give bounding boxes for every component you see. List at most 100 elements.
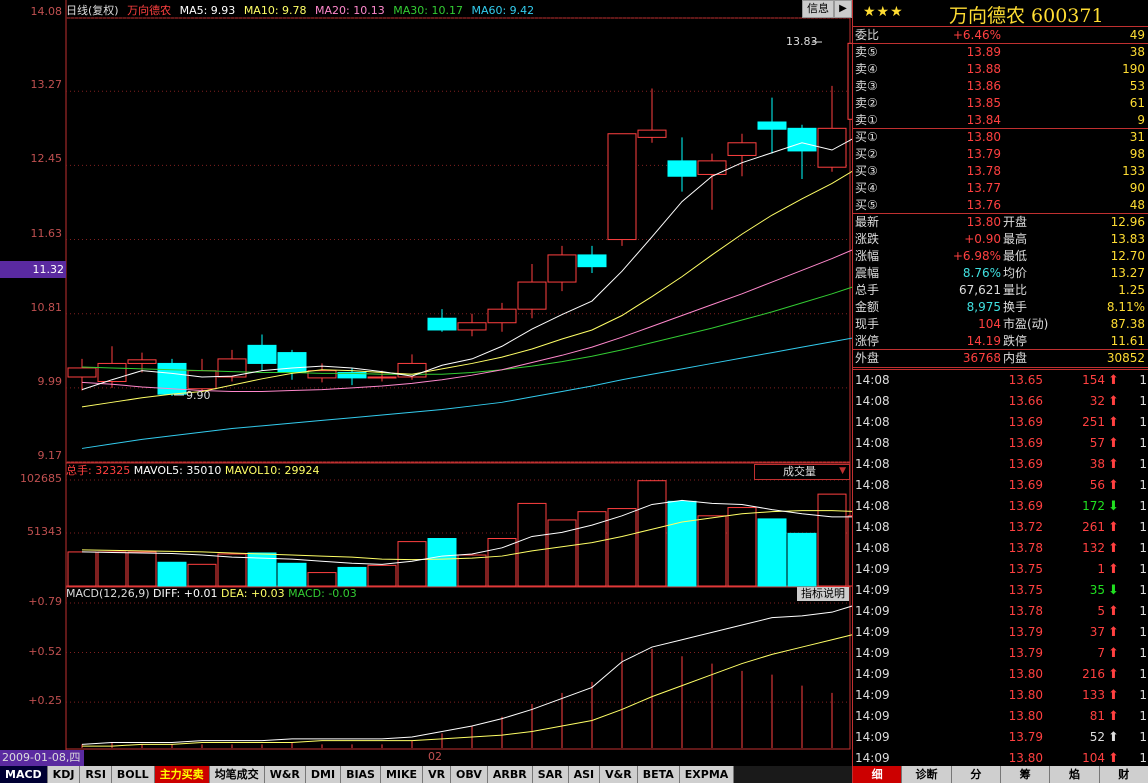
quote-row-label: 买⑤ (855, 198, 878, 212)
tab-cn-5[interactable]: 均笔成交 (209, 766, 265, 783)
tick-volume: 216 (1082, 667, 1105, 681)
stat-label: 外盘 (855, 351, 880, 365)
volume-bar (127, 551, 157, 587)
quote-row: 买① 13.80 31 (853, 129, 1148, 146)
tick-row: 14:08 13.69 38 ⬆ 1 (853, 454, 1148, 475)
candle-body (727, 142, 757, 156)
indicator-select[interactable]: 成交量 ▼ (754, 464, 850, 480)
tab-dmi[interactable]: DMI (305, 766, 342, 783)
arrow-up-icon: ⬆ (1108, 415, 1119, 430)
tick-row: 14:09 13.75 1 ⬆ 1 (853, 559, 1148, 580)
quote-tab-5[interactable]: 财 (1099, 766, 1148, 783)
tick-time: 14:08 (855, 541, 890, 555)
quote-panel: ★★★ 万向德农 600371 委比 +6.46% 49 卖⑤ 13.89 38 卖④ 13.… (852, 0, 1148, 783)
tick-volume: 5 (1097, 604, 1105, 618)
tick-count: 1 (1139, 541, 1147, 555)
volume-bar (427, 538, 457, 587)
info-button[interactable]: 信息 (802, 0, 834, 18)
quote-row-label: 卖① (855, 113, 878, 127)
quote-tab-3[interactable]: 筹 (1000, 766, 1051, 783)
candle-body (487, 308, 517, 324)
volume-bar (817, 493, 847, 587)
arrow-up-icon: ⬆ (1108, 688, 1119, 703)
quote-row-volume: 98 (1129, 147, 1145, 161)
stat-row: 涨跌 +0.90 最高 13.83 (853, 231, 1148, 248)
volume-bar (217, 553, 247, 587)
arrow-up-icon: ⬆ (1108, 730, 1119, 745)
quote-tab-1[interactable]: 诊断 (902, 766, 952, 783)
volume-bar (787, 532, 817, 587)
stat-value-2: 30852 (1106, 351, 1145, 365)
tab-boll[interactable]: BOLL (111, 766, 155, 783)
volume-bar (577, 511, 607, 587)
quote-row: 买④ 13.77 90 (853, 180, 1148, 197)
tab-bias[interactable]: BIAS (341, 766, 381, 783)
stat-label: 涨停 (855, 334, 880, 348)
candle-body (97, 362, 127, 383)
tab-vr[interactable]: V&R (600, 766, 638, 783)
stat-value: +6.98% (952, 249, 1001, 263)
arrow-right-icon[interactable]: ▶ (834, 0, 852, 18)
tick-count: 1 (1139, 646, 1147, 660)
tick-count: 1 (1139, 394, 1147, 408)
candle-body (307, 370, 337, 379)
candle-body (127, 359, 157, 364)
candle-body (427, 317, 457, 331)
tick-volume: 7 (1097, 646, 1105, 660)
candle-body (187, 370, 217, 390)
chart-header: 日线(复权) 万向德农 MA5: 9.93 MA10: 9.78 MA20: 1… (66, 3, 539, 19)
tick-time: 14:08 (855, 499, 890, 513)
stat-label-2: 内盘 (1003, 351, 1028, 365)
volume-bar (457, 554, 487, 587)
quote-tab-0[interactable]: 细 (853, 766, 903, 783)
tab-arbr[interactable]: ARBR (487, 766, 533, 783)
quote-row-volume: 90 (1129, 181, 1145, 195)
tab-cn-4[interactable]: 主力买卖 (154, 766, 210, 783)
price-tick-label: 12.45 (30, 152, 63, 166)
tick-volume: 37 (1089, 625, 1105, 639)
tab-sar[interactable]: SAR (532, 766, 569, 783)
tab-asi[interactable]: ASI (568, 766, 601, 783)
tab-kdj[interactable]: KDJ (47, 766, 81, 783)
quote-row: 卖① 13.84 9 (853, 112, 1148, 129)
arrow-up-icon: ⬆ (1108, 373, 1119, 388)
arrow-up-icon: ⬆ (1108, 478, 1119, 493)
tick-count: 1 (1139, 604, 1147, 618)
tick-count: 1 (1139, 436, 1147, 450)
tab-vr[interactable]: VR (423, 766, 452, 783)
volume-bar (337, 566, 367, 587)
quote-row-volume: 133 (1122, 164, 1145, 178)
tab-beta[interactable]: BETA (637, 766, 680, 783)
tick-count: 1 (1139, 478, 1147, 492)
tick-price: 13.78 (1008, 604, 1043, 618)
tab-expma[interactable]: EXPMA (679, 766, 735, 783)
tab-macd[interactable]: MACD (0, 766, 48, 783)
tick-row: 14:09 13.75 35 ⬇ 1 (853, 580, 1148, 601)
quote-row-volume: 49 (1129, 28, 1145, 42)
stat-label: 现手 (855, 317, 880, 331)
quote-tab-2[interactable]: 分 (951, 766, 1001, 783)
tick-time: 14:09 (855, 562, 890, 576)
tab-mike[interactable]: MIKE (380, 766, 424, 783)
tick-time: 14:08 (855, 415, 890, 429)
tick-volume: 1 (1097, 562, 1105, 576)
quote-row-volume: 31 (1129, 130, 1145, 144)
tab-rsi[interactable]: RSI (80, 766, 112, 783)
indicator-tabbar: MACD KDJ RSI BOLL 主力买卖 均笔成交 W&R DMI BIAS MIKE VR OB… (0, 766, 852, 783)
tab-obv[interactable]: OBV (451, 766, 488, 783)
quote-row-label: 买① (855, 130, 878, 144)
indicator-explain-button[interactable]: 指标说明 (797, 587, 849, 601)
candle-body (637, 129, 667, 138)
volume-bar (487, 538, 517, 587)
tick-time: 14:08 (855, 394, 890, 408)
candle-body (457, 322, 487, 331)
stat-label-2: 开盘 (1003, 215, 1028, 229)
low-annotation: 9.90 (186, 389, 211, 402)
stat-value-2: 8.11% (1106, 300, 1145, 314)
tab-wr[interactable]: W&R (264, 766, 306, 783)
quote-row-volume: 38 (1129, 45, 1145, 59)
tick-time: 14:09 (855, 604, 890, 618)
quote-tab-4[interactable]: 焰 (1050, 766, 1100, 783)
stat-value: 13.80 (966, 215, 1001, 229)
stat-value-2: 11.61 (1110, 334, 1145, 348)
